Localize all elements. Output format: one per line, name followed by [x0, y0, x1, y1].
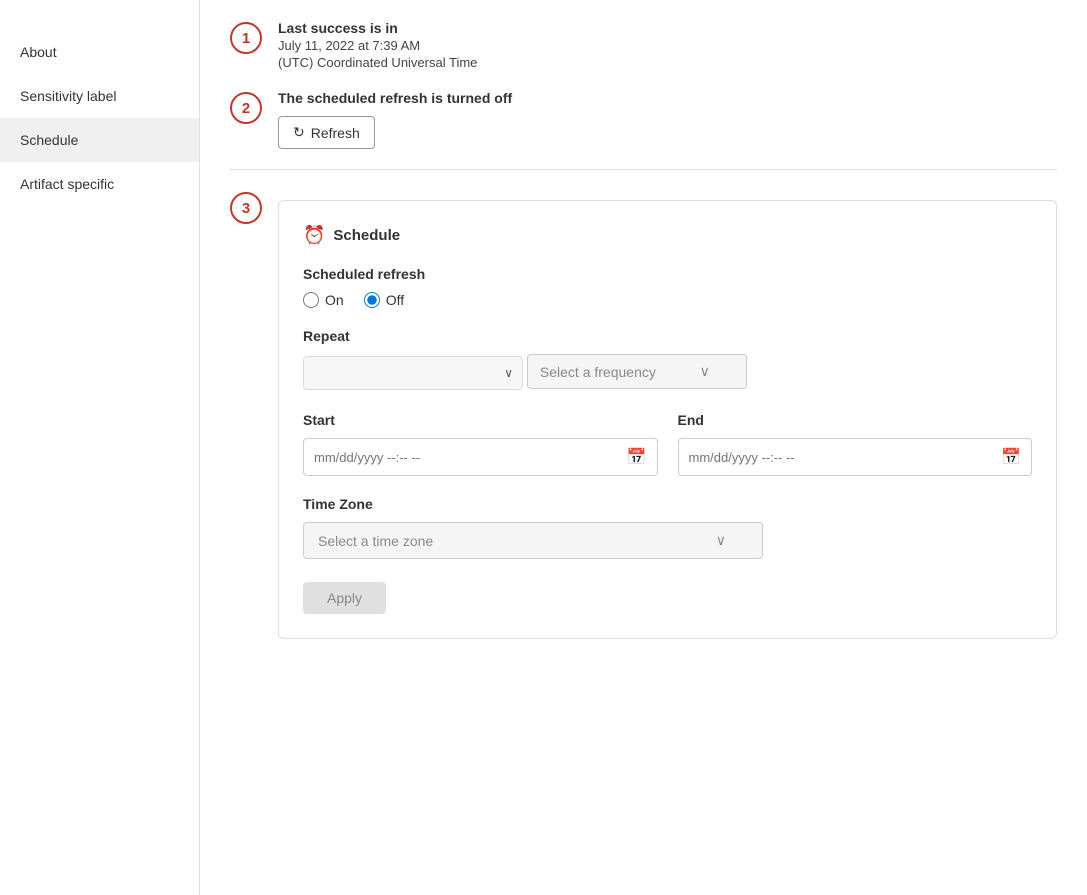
clock-icon: ⏰ [303, 225, 325, 246]
last-success-timezone: (UTC) Coordinated Universal Time [278, 55, 1057, 70]
timezone-label: Time Zone [303, 496, 1032, 512]
schedule-card: ⏰ Schedule Scheduled refresh On [278, 200, 1057, 639]
sidebar-item-artifact-specific-label: Artifact specific [20, 176, 114, 192]
date-row: Start 📅 End 📅 [303, 412, 1032, 476]
end-calendar-icon[interactable]: 📅 [1001, 447, 1021, 467]
step-3-section: 3 ⏰ Schedule Scheduled refresh [230, 190, 1057, 639]
apply-button-label: Apply [327, 590, 362, 606]
end-label: End [678, 412, 1033, 428]
step-1-badge: 1 [230, 22, 262, 54]
refresh-button[interactable]: ↻ Refresh [278, 116, 375, 149]
step-2-badge: 2 [230, 92, 262, 124]
step-3-content: ⏰ Schedule Scheduled refresh On [278, 190, 1057, 639]
radio-off-input[interactable] [364, 292, 380, 308]
radio-off-label: Off [386, 292, 404, 308]
step-1-section: 1 Last success is in July 11, 2022 at 7:… [230, 20, 1057, 70]
refresh-icon: ↻ [293, 124, 305, 141]
radio-on-input[interactable] [303, 292, 319, 308]
schedule-card-title: Schedule [333, 227, 400, 244]
repeat-label: Repeat [303, 328, 1032, 344]
start-input-wrapper: 📅 [303, 438, 658, 476]
end-input-wrapper: 📅 [678, 438, 1033, 476]
radio-on-option[interactable]: On [303, 292, 344, 308]
sidebar: About Sensitivity label Schedule Artifac… [0, 0, 200, 895]
sidebar-item-about-label: About [20, 44, 57, 60]
sidebar-item-sensitivity-label[interactable]: Sensitivity label [0, 74, 199, 118]
sidebar-item-artifact-specific[interactable]: Artifact specific [0, 162, 199, 206]
schedule-card-header: ⏰ Schedule [303, 225, 1032, 246]
step-2-content: The scheduled refresh is turned off ↻ Re… [278, 90, 1057, 149]
frequency-section: Repeat ∨ [data-name="frequency-select"] … [303, 328, 1032, 392]
sidebar-item-sensitivity-label-label: Sensitivity label [20, 88, 117, 104]
radio-group: On Off [303, 292, 1032, 308]
radio-on-label: On [325, 292, 344, 308]
last-success-date: July 11, 2022 at 7:39 AM [278, 38, 1057, 53]
start-date-input[interactable] [314, 450, 627, 465]
start-field: Start 📅 [303, 412, 658, 476]
refresh-button-label: Refresh [311, 125, 360, 141]
main-content: 1 Last success is in July 11, 2022 at 7:… [200, 0, 1087, 895]
scheduled-refresh-label: Scheduled refresh [303, 266, 1032, 282]
start-calendar-icon[interactable]: 📅 [627, 447, 647, 467]
section-divider [230, 169, 1057, 170]
frequency-select-wrapper: ∨ [data-name="frequency-select"] option:… [303, 356, 523, 390]
step-2-section: 2 The scheduled refresh is turned off ↻ … [230, 90, 1057, 149]
sidebar-item-schedule-label: Schedule [20, 132, 78, 148]
start-label: Start [303, 412, 658, 428]
scheduled-off-text: The scheduled refresh is turned off [278, 90, 1057, 106]
radio-off-option[interactable]: Off [364, 292, 404, 308]
frequency-select[interactable] [303, 356, 523, 390]
last-success-title: Last success is in [278, 20, 1057, 36]
end-field: End 📅 [678, 412, 1033, 476]
apply-button[interactable]: Apply [303, 582, 386, 614]
sidebar-item-about[interactable]: About [0, 30, 199, 74]
scheduled-refresh-section: Scheduled refresh On Off [303, 266, 1032, 308]
step-1-content: Last success is in July 11, 2022 at 7:39… [278, 20, 1057, 70]
timezone-section: Time Zone Select a time zone ∨ Select a … [303, 496, 1032, 562]
end-date-input[interactable] [689, 450, 1002, 465]
sidebar-item-schedule[interactable]: Schedule [0, 118, 199, 162]
step-3-badge: 3 [230, 192, 262, 224]
